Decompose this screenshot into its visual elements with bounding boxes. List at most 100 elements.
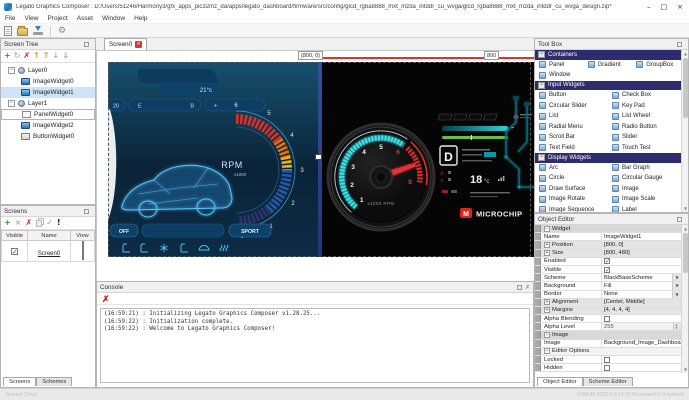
add-screen-button[interactable]: +: [4, 217, 11, 229]
menu-item[interactable]: File: [5, 15, 15, 22]
tree-item[interactable]: ImageWidget2: [1, 120, 95, 131]
tree-item[interactable]: Layer0: [1, 65, 95, 76]
tree-item[interactable]: ButtonWidget0: [1, 131, 95, 142]
property-row[interactable]: Alpha Blending: [535, 315, 681, 324]
property-row[interactable]: Hidden: [535, 364, 681, 373]
duplicate-icon[interactable]: [36, 219, 43, 227]
canvas-image-widget0[interactable]: 21°c 20 E B + 6 5 4 3 2 1 RPM x1000 OFF …: [108, 62, 320, 257]
dropdown-arrow-icon[interactable]: [672, 290, 681, 298]
tree-item[interactable]: PanelWidget0: [1, 109, 95, 120]
visible-checkbox[interactable]: [11, 248, 18, 256]
property-value[interactable]: [601, 364, 681, 372]
property-value[interactable]: 255: [601, 323, 681, 331]
expander-icon[interactable]: [544, 307, 550, 314]
console-log[interactable]: (16:59:21) : Initializing Legato Graphic…: [100, 308, 530, 383]
tab-object-editor[interactable]: Object Editor: [537, 377, 583, 386]
toolbox-item[interactable]: Radial Menu: [535, 122, 608, 133]
toolbox-scrollbar[interactable]: ▲ ▼: [681, 50, 688, 212]
property-value[interactable]: [4, 4, 4, 4]: [601, 306, 681, 315]
delete-icon[interactable]: ✗: [23, 50, 30, 62]
toolbox-item[interactable]: Text Field: [535, 143, 608, 154]
property-row[interactable]: Scheme BlackBaseScheme: [535, 274, 681, 283]
toolbox-item[interactable]: Circular Gauge: [608, 173, 681, 184]
expander-icon[interactable]: [544, 299, 550, 306]
property-value[interactable]: [601, 257, 681, 265]
screen-thumbnail-icon[interactable]: [81, 241, 84, 260]
checkbox[interactable]: [604, 258, 610, 265]
toolbox-item[interactable]: Arc: [535, 163, 608, 174]
toolbox-item[interactable]: Image Rotate: [535, 194, 608, 205]
property-value[interactable]: [800, 480]: [601, 249, 681, 257]
property-value[interactable]: [601, 356, 681, 364]
toolbox-item[interactable]: Key Pad: [608, 101, 681, 112]
toolbox-item[interactable]: Image Scale: [608, 194, 681, 205]
tab-scheme-editor[interactable]: Scheme Editor: [582, 377, 633, 386]
maximize-button[interactable]: □: [661, 0, 668, 14]
menu-item[interactable]: Help: [134, 15, 147, 22]
expander-icon[interactable]: [8, 100, 15, 107]
property-value[interactable]: [800, 0]: [601, 241, 681, 249]
dropdown-arrow-icon[interactable]: [672, 282, 681, 290]
property-value[interactable]: BlackBaseScheme: [601, 274, 681, 282]
checkbox[interactable]: [604, 266, 610, 273]
confirm-icon[interactable]: ✓: [46, 217, 53, 229]
property-row[interactable]: Image Background_Image_Dashboard: [535, 339, 681, 348]
scroll-up-icon[interactable]: ▲: [682, 50, 689, 57]
toolbox-item[interactable]: Circle: [535, 173, 608, 184]
move-down-icon[interactable]: ↓: [53, 50, 60, 62]
property-value[interactable]: [Center, Middle]: [601, 298, 681, 306]
checkbox[interactable]: [604, 364, 610, 371]
property-row[interactable]: Locked: [535, 356, 681, 365]
tab-close-icon[interactable]: ×: [135, 41, 143, 48]
toolbox-item[interactable]: Slider: [608, 132, 681, 143]
menu-item[interactable]: View: [24, 15, 38, 22]
screen-row[interactable]: Screen0: [1, 240, 95, 262]
property-row[interactable]: Widget: [535, 225, 681, 234]
toolbox-item[interactable]: Image Sequence: [535, 205, 608, 212]
object-editor-scrollbar[interactable]: ▲ ▼: [681, 225, 688, 373]
toolbox-item[interactable]: Input Widgets: [535, 80, 681, 90]
toolbox-item[interactable]: Touch Test: [608, 143, 681, 154]
checkbox[interactable]: [604, 356, 610, 363]
toolbox-item[interactable]: Radio Button: [608, 122, 681, 133]
tab-schemes[interactable]: Schemes: [36, 377, 73, 386]
checkbox[interactable]: [604, 315, 610, 322]
toolbox-item[interactable]: GroupBox: [632, 60, 681, 71]
property-row[interactable]: Border None: [535, 290, 681, 299]
property-row[interactable]: Background Fill: [535, 282, 681, 291]
pin-icon[interactable]: [677, 216, 682, 222]
tab-screens[interactable]: Screens: [3, 377, 37, 386]
add-layer-button[interactable]: +: [4, 50, 11, 62]
remove-icon[interactable]: ×: [15, 217, 22, 229]
property-value[interactable]: [601, 225, 681, 232]
property-row[interactable]: Enabled: [535, 257, 681, 266]
expander-icon[interactable]: [544, 348, 550, 355]
clear-console-icon[interactable]: ✗: [102, 293, 110, 305]
menu-item[interactable]: Asset: [77, 15, 93, 22]
section-expander-icon[interactable]: [538, 51, 545, 59]
expander-icon[interactable]: [544, 225, 550, 232]
pin-icon[interactable]: [677, 41, 682, 47]
settings-gear-icon[interactable]: ⚙: [58, 25, 66, 37]
property-value[interactable]: [601, 348, 681, 355]
property-row[interactable]: Name ImageWidget1: [535, 233, 681, 242]
dropdown-arrow-icon[interactable]: [672, 274, 681, 282]
toolbox-item[interactable]: Check Box: [608, 90, 681, 101]
toolbox-item[interactable]: Draw Surface: [535, 184, 608, 195]
property-row[interactable]: Editor Options: [535, 347, 681, 356]
property-row[interactable]: Position [800, 0]: [535, 241, 681, 250]
section-expander-icon[interactable]: [538, 154, 545, 162]
scroll-down-icon[interactable]: ▼: [682, 366, 689, 373]
property-value[interactable]: [601, 331, 681, 338]
toolbox-item[interactable]: List: [535, 111, 608, 122]
tab-screen0[interactable]: Screen0 ×: [104, 38, 148, 50]
property-row[interactable]: Size [800, 480]: [535, 249, 681, 258]
property-value[interactable]: Background_Image_Dashboard: [601, 339, 681, 347]
property-value[interactable]: [601, 315, 681, 323]
scroll-down-icon[interactable]: ▼: [682, 205, 689, 212]
toolbox-item[interactable]: Label: [608, 205, 681, 212]
toolbox-item[interactable]: Button: [535, 90, 608, 101]
expander-icon[interactable]: [8, 67, 15, 74]
refresh-icon[interactable]: ↻: [14, 50, 21, 62]
tree-item[interactable]: ImageWidget0: [1, 76, 95, 87]
